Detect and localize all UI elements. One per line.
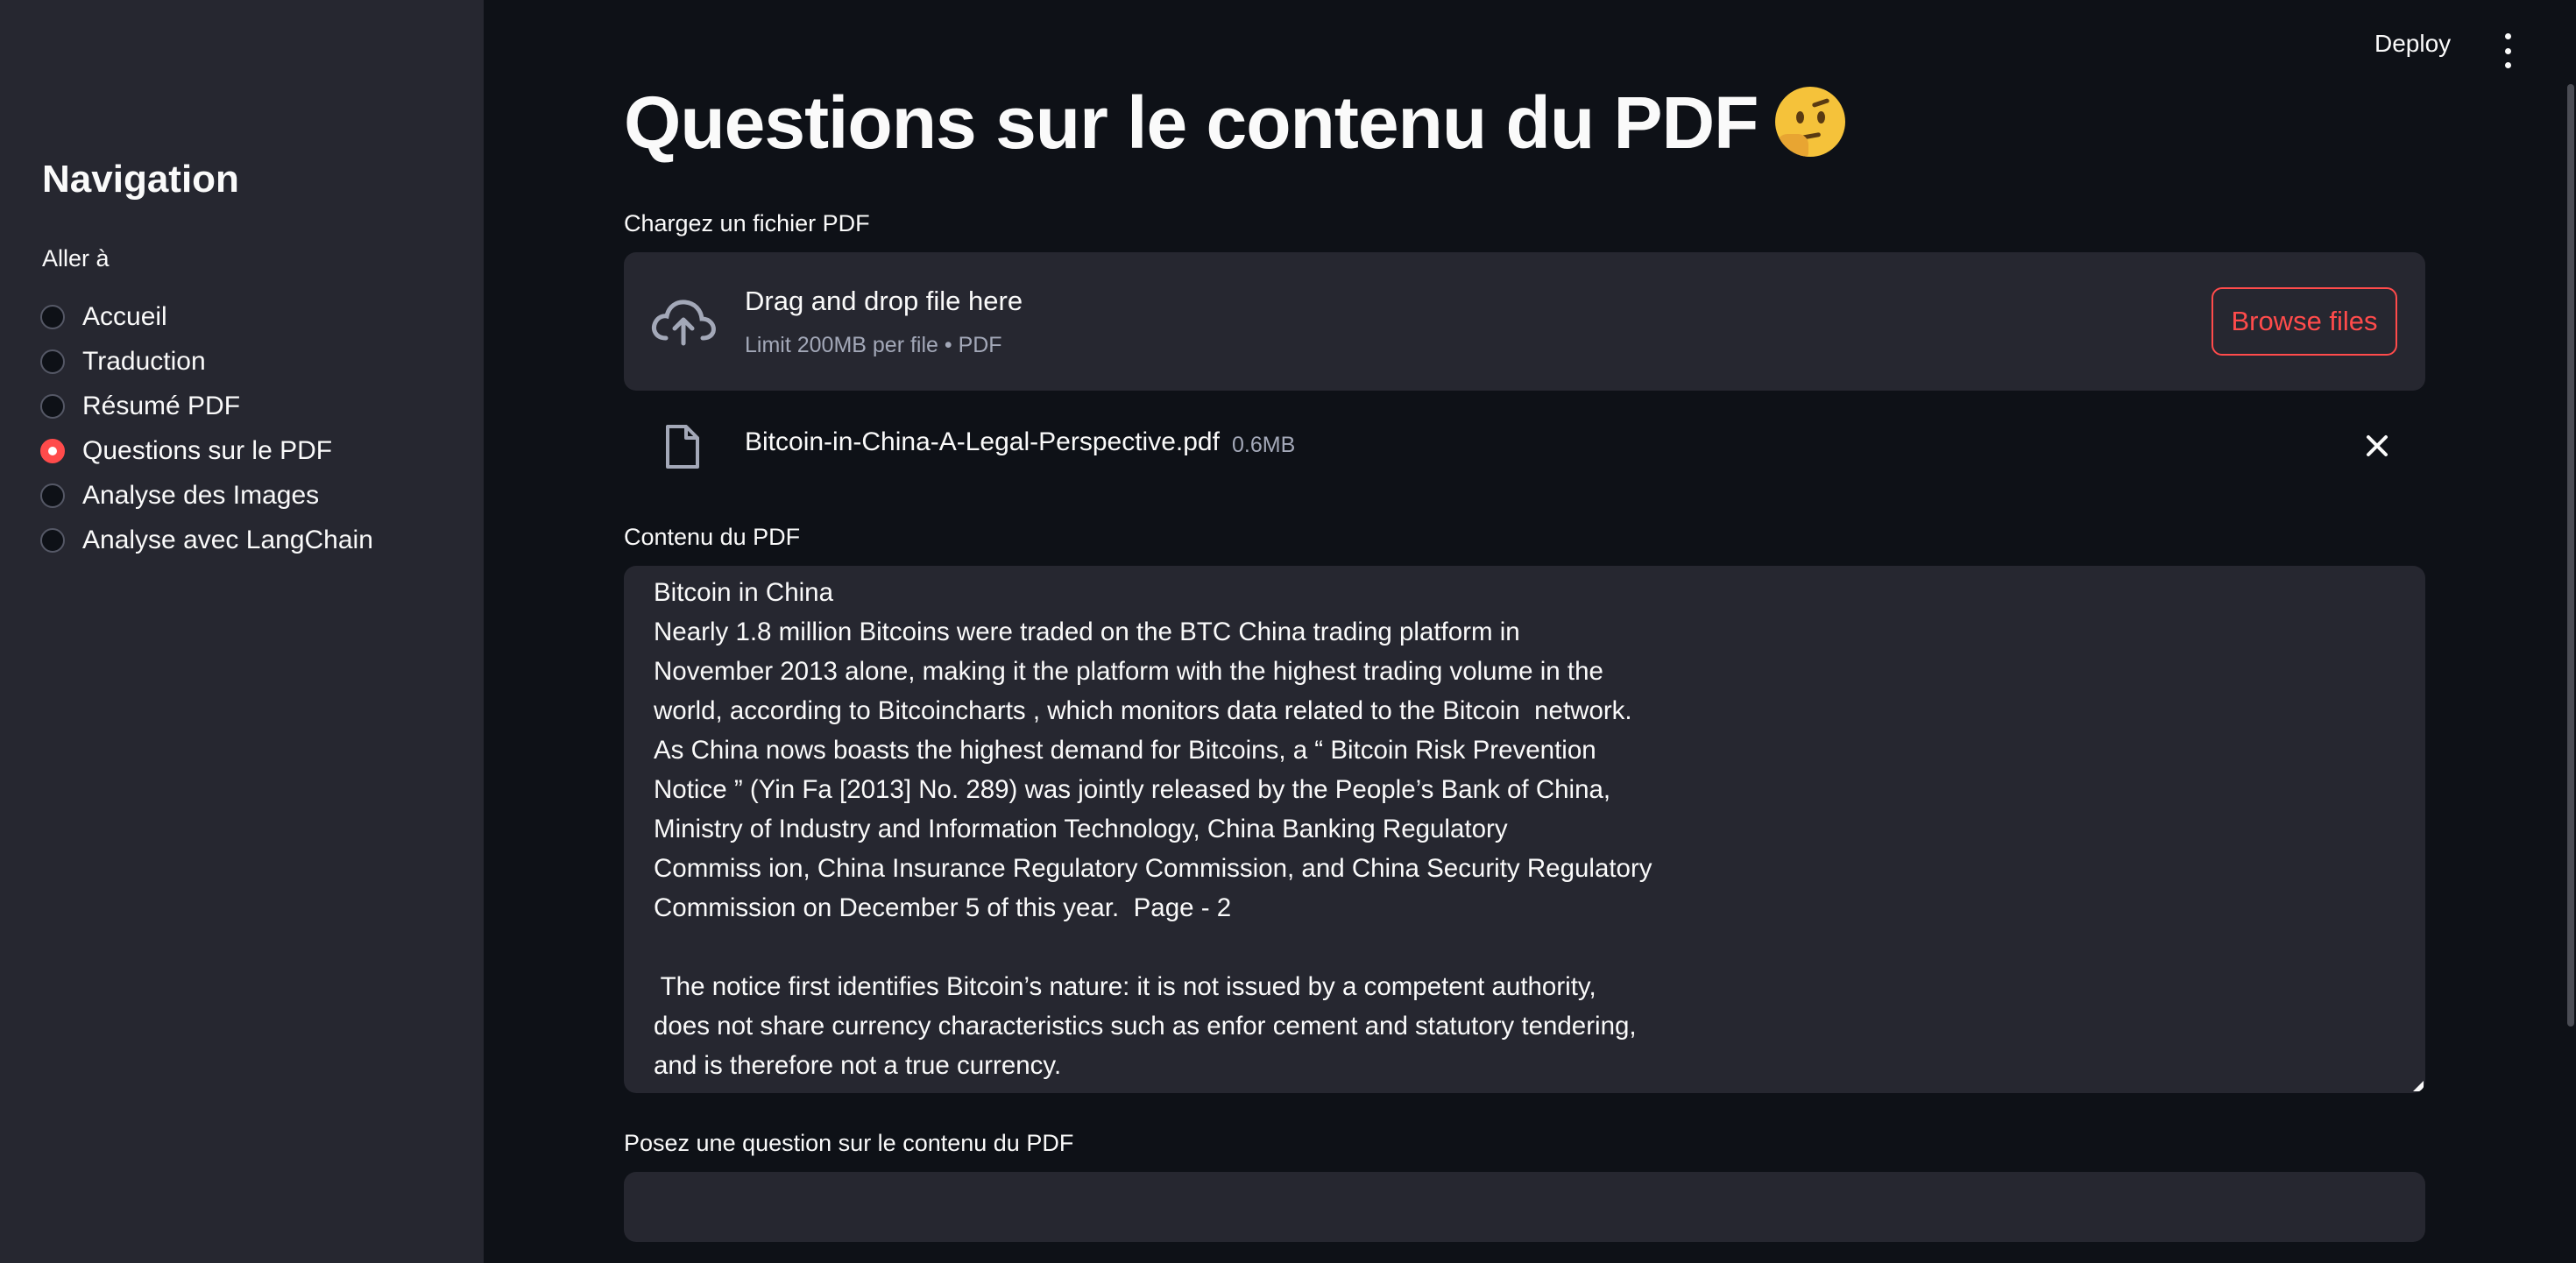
uploaded-file-row: Bitcoin-in-China-A-Legal-Perspective.pdf…	[624, 415, 2425, 476]
radio-option-accueil[interactable]: Accueil	[40, 294, 373, 339]
radio-option-analyse-langchain[interactable]: Analyse avec LangChain	[40, 518, 373, 562]
radio-option-analyse-images[interactable]: Analyse des Images	[40, 473, 373, 518]
browse-files-button[interactable]: Browse files	[2212, 287, 2397, 356]
radio-button-selected[interactable]	[40, 438, 65, 463]
radio-option-label: Résumé PDF	[82, 391, 241, 420]
radio-option-resume-pdf[interactable]: Résumé PDF	[40, 384, 373, 428]
pdf-content-textarea[interactable]: Bitcoin in China Nearly 1.8 million Bitc…	[624, 566, 2425, 1093]
page-title: Questions sur le contenu du PDF	[624, 81, 1846, 166]
menu-dot	[2504, 62, 2511, 68]
question-input[interactable]	[624, 1172, 2425, 1242]
deploy-button[interactable]: Deploy	[2374, 30, 2451, 58]
pdf-content-text: Bitcoin in China Nearly 1.8 million Bitc…	[654, 578, 1652, 1080]
radio-option-label: Analyse des Images	[82, 480, 320, 510]
radio-button[interactable]	[40, 527, 65, 553]
close-icon[interactable]	[2362, 431, 2392, 461]
page-title-text: Questions sur le contenu du PDF	[624, 81, 1759, 164]
radio-option-label: Accueil	[82, 301, 167, 331]
radio-button[interactable]	[40, 304, 65, 329]
question-label: Posez une question sur le contenu du PDF	[624, 1130, 1074, 1156]
resize-handle[interactable]	[2413, 1081, 2424, 1091]
radio-option-traduction[interactable]: Traduction	[40, 339, 373, 384]
uploaded-file-size: 0.6MB	[1232, 433, 1296, 457]
sidebar-title: Navigation	[42, 158, 239, 201]
radio-group-label: Aller à	[42, 245, 110, 272]
radio-button[interactable]	[40, 483, 65, 508]
content-label: Contenu du PDF	[624, 524, 801, 550]
radio-option-label: Questions sur le PDF	[82, 435, 333, 465]
more-vertical-icon[interactable]	[2502, 33, 2513, 68]
thinking-face-icon	[1775, 87, 1846, 157]
scrollbar[interactable]	[2567, 84, 2574, 1027]
radio-option-questions-pdf[interactable]: Questions sur le PDF	[40, 428, 373, 473]
file-dropzone[interactable]: Drag and drop file here Limit 200MB per …	[624, 252, 2425, 391]
sidebar: Navigation Aller à Accueil Traduction Ré…	[0, 0, 484, 1263]
radio-option-label: Analyse avec LangChain	[82, 525, 373, 554]
dropzone-limit-text: Limit 200MB per file • PDF	[745, 333, 1002, 357]
radio-button[interactable]	[40, 393, 65, 419]
cloud-upload-icon	[652, 300, 716, 346]
menu-dot	[2504, 33, 2511, 39]
dropzone-title: Drag and drop file here	[745, 286, 1023, 316]
menu-dot	[2504, 47, 2511, 54]
radio-button[interactable]	[40, 349, 65, 374]
uploader-label: Chargez un fichier PDF	[624, 210, 870, 236]
uploaded-file-name: Bitcoin-in-China-A-Legal-Perspective.pdf	[745, 427, 1220, 456]
file-icon	[666, 425, 699, 469]
navigation-radio-group: Accueil Traduction Résumé PDF Questions …	[40, 294, 373, 562]
radio-option-label: Traduction	[82, 346, 206, 376]
